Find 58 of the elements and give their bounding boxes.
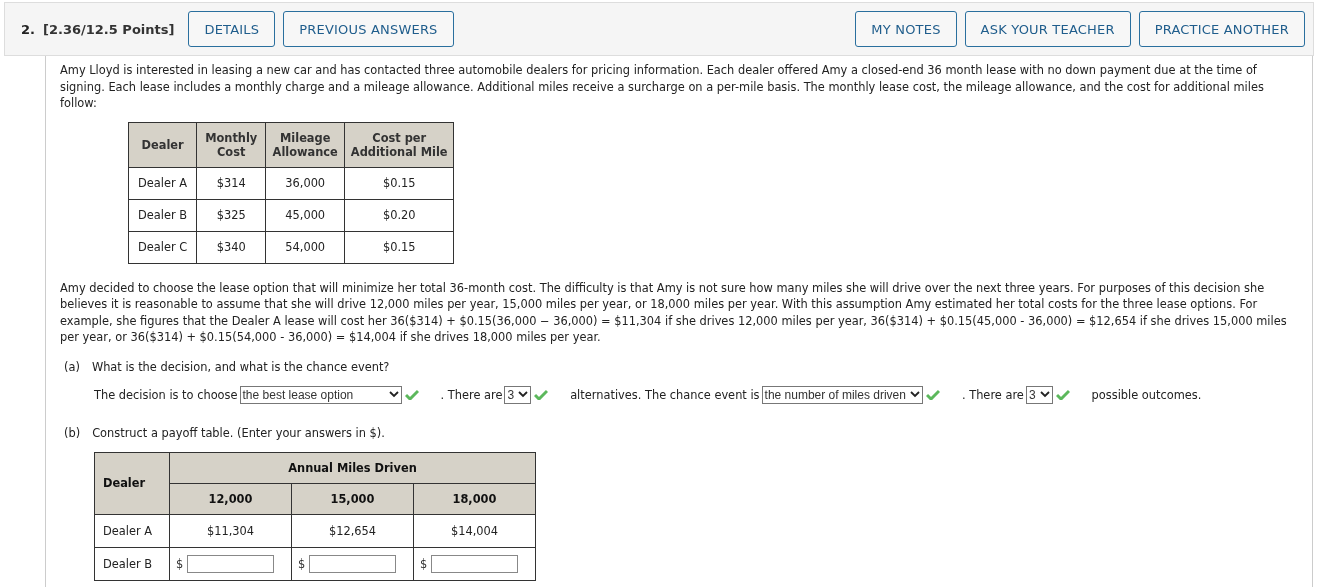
column-header: Dealer bbox=[128, 122, 197, 167]
part-label: (a) bbox=[64, 359, 80, 374]
column-header: Dealer bbox=[94, 452, 170, 514]
part-label: (b) bbox=[64, 425, 81, 440]
intro-paragraph: Amy Lloyd is interested in leasing a new car and has contacted three automobile dealers for pricing information. Each dealer offered Amy a closed-end 36 month lease with no down payment due at the time of signing. Each lease includes a monthly charge and a mileage allowance. Additional miles receive a surcharge on a per-mile basis. The monthly lease cost, the mileage allowance, and the cost for additional miles follow: bbox=[60, 62, 1265, 112]
header-button[interactable]: PREVIOUS ANSWERS bbox=[283, 11, 454, 47]
answer-dropdown[interactable]: 3 bbox=[504, 385, 532, 404]
table-cell: 36,000 bbox=[265, 167, 345, 199]
header-button[interactable]: PRACTICE ANOTHER bbox=[1138, 11, 1305, 47]
answer-input[interactable] bbox=[187, 554, 275, 573]
currency-sign: $ bbox=[298, 556, 306, 571]
table-cell: Dealer B bbox=[94, 547, 170, 580]
table-cell: Dealer C bbox=[128, 231, 197, 263]
sentence-text: possible outcomes. bbox=[1091, 387, 1202, 402]
chevron-icon bbox=[1039, 391, 1050, 398]
table-cell: $11,304 bbox=[169, 514, 292, 547]
question-text: What is the decision, and what is the chance event? bbox=[91, 359, 390, 374]
question-text: Construct a payoff table. (Enter your answers in $). bbox=[92, 425, 385, 440]
column-header: 15,000 bbox=[291, 483, 414, 514]
table-cell: $314 bbox=[196, 167, 266, 199]
chevron-icon bbox=[518, 391, 529, 398]
sentence-text: . There are bbox=[440, 387, 503, 402]
column-header: Cost per Additional Mile bbox=[344, 122, 454, 167]
sentence-text: The decision is to choose bbox=[94, 387, 238, 402]
answer-dropdown[interactable]: 3 bbox=[1025, 385, 1053, 404]
column-header: 12,000 bbox=[169, 483, 292, 514]
currency-sign: $ bbox=[420, 556, 428, 571]
answer-input[interactable] bbox=[309, 554, 397, 573]
scenario-paragraph: Amy decided to choose the lease option that will minimize her total 36-month cost. The difficulty is that Amy is not sure how many miles she will drive over the next three years. For purposes of this decision she believes it is reasonable to assume that she will drive 12,000 miles per year, 15,000 miles per year, or 18,000 miles per year. With this assumption Amy estimated her total costs for the three lease options. For example, she figures that the Dealer A lease will cost her 36($314) + $0.15(36,000 − 36,000) = $11,304 if she drives 12,000 miles per year, 36($314) + $0.15(45,000 - 36,000) = $12,654 if she drives 15,000 miles per year, or 36($314) + $0.15(54,000 - 36,000) = $14,004 if she drives 18,000 miles per year. bbox=[60, 279, 1288, 346]
table-cell: $12,654 bbox=[291, 514, 414, 547]
column-header: Annual Miles Driven bbox=[169, 452, 536, 483]
question-number: 2. bbox=[21, 21, 35, 37]
table-cell: $340 bbox=[196, 231, 266, 263]
header-button[interactable]: MY NOTES bbox=[855, 11, 957, 47]
table-cell: $0.15 bbox=[344, 231, 454, 263]
answer-dropdown[interactable]: the best lease option bbox=[239, 385, 402, 404]
table-cell: $14,004 bbox=[413, 514, 536, 547]
currency-sign: $ bbox=[176, 556, 184, 571]
answer-input[interactable] bbox=[431, 554, 519, 573]
table-cell: 45,000 bbox=[265, 199, 345, 231]
table-cell: $0.15 bbox=[344, 167, 454, 199]
table-cell: Dealer B bbox=[128, 199, 197, 231]
answer-dropdown[interactable]: the number of miles driven bbox=[761, 385, 923, 404]
chevron-icon bbox=[388, 391, 399, 398]
sentence-text: . There are bbox=[961, 387, 1024, 402]
header-button[interactable]: DETAILS bbox=[188, 11, 276, 47]
table-cell: 54,000 bbox=[265, 231, 345, 263]
table-cell: $0.20 bbox=[344, 199, 454, 231]
points-score: [2.36/12.5 Points] bbox=[43, 21, 175, 37]
chevron-icon bbox=[909, 391, 920, 398]
column-header: Mileage Allowance bbox=[265, 122, 345, 167]
table-cell: $325 bbox=[196, 199, 266, 231]
table-cell: Dealer A bbox=[94, 514, 170, 547]
sentence-text: alternatives. The chance event is bbox=[570, 387, 760, 402]
header-button[interactable]: ASK YOUR TEACHER bbox=[964, 11, 1131, 47]
table-cell: Dealer A bbox=[128, 167, 197, 199]
column-header: 18,000 bbox=[413, 483, 536, 514]
column-header: Monthly Cost bbox=[196, 122, 266, 167]
